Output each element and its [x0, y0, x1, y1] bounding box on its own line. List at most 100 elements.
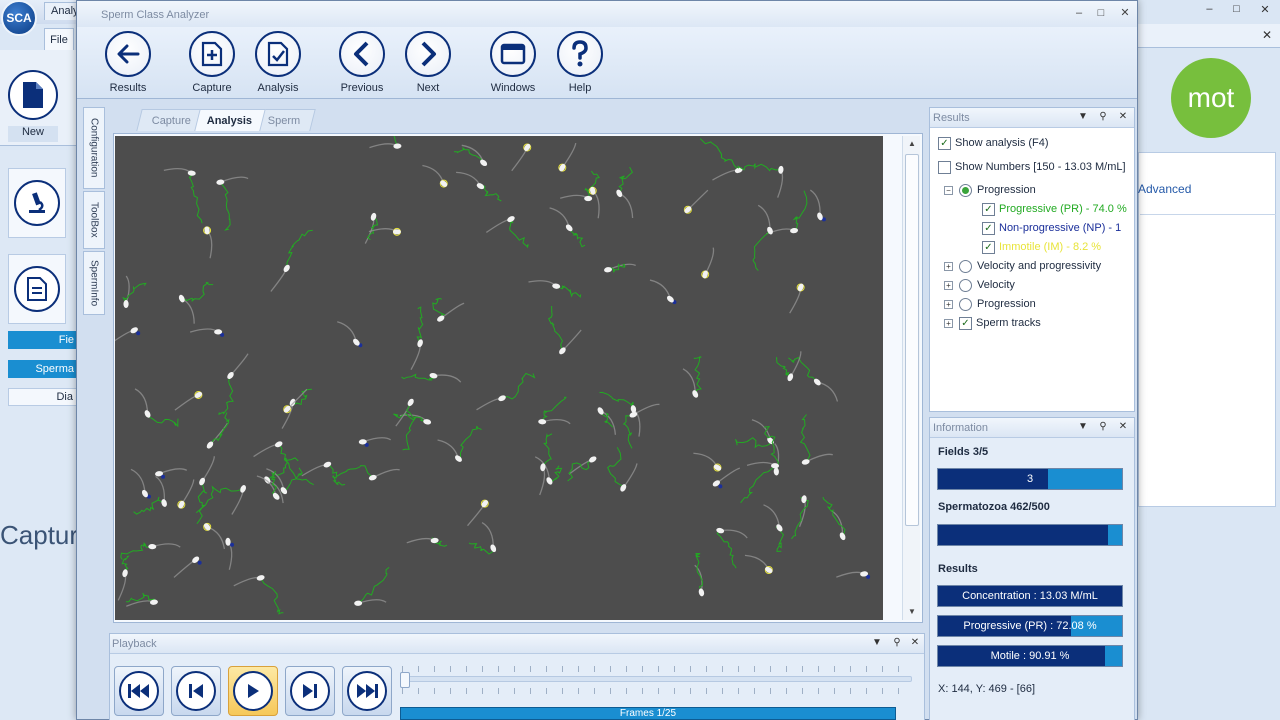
sperm-tail: [230, 353, 249, 376]
velocity-radio[interactable]: [959, 278, 972, 292]
expand-icon[interactable]: +: [944, 299, 953, 309]
tab-sperminfo[interactable]: SpermInfo: [83, 251, 105, 315]
progressive-bar: Progressive (PR) : 72.08 %: [937, 615, 1123, 637]
background-file-tab[interactable]: File: [44, 28, 74, 50]
maximize-button[interactable]: □: [1093, 6, 1109, 20]
sperm-tail: [155, 475, 166, 504]
previous-button[interactable]: Previous: [329, 31, 393, 97]
sperm-track: [735, 437, 772, 449]
show-numbers-checkbox[interactable]: [938, 160, 951, 174]
tree-progression-2[interactable]: + Progression: [944, 295, 1036, 313]
sperm-track: [599, 391, 634, 410]
sperm-track: [260, 577, 284, 615]
slider-rail[interactable]: [402, 676, 912, 682]
close-button[interactable]: ✕: [1117, 6, 1133, 20]
tree-immotile[interactable]: ✓ Immotile (IM) - 8.2 %: [982, 238, 1132, 256]
sperm-class-analyzer-window: Sperm Class Analyzer – □ ✕ Results Captu…: [76, 0, 1138, 720]
results-close-icon[interactable]: ✕: [1116, 111, 1130, 122]
scroll-down-arrow-icon[interactable]: ▼: [903, 604, 921, 620]
background-minimize-button[interactable]: –: [1206, 3, 1212, 19]
scroll-thumb[interactable]: [905, 154, 919, 526]
background-panel-close-button[interactable]: ✕: [1262, 28, 1272, 42]
progression-2-radio[interactable]: [959, 297, 972, 311]
tree-progressive[interactable]: ✓ Progressive (PR) - 74.0 %: [982, 200, 1132, 218]
information-close-icon[interactable]: ✕: [1116, 421, 1130, 432]
tab-analysis[interactable]: Analysis: [194, 109, 266, 131]
results-button[interactable]: Results: [95, 31, 159, 97]
expand-icon[interactable]: +: [944, 261, 953, 271]
immotile-checkbox[interactable]: ✓: [982, 240, 995, 254]
new-document-icon[interactable]: [8, 70, 58, 120]
show-analysis-option[interactable]: ✓ Show analysis (F4): [938, 134, 1049, 152]
background-window-controls: – □ ✕: [1196, 3, 1280, 19]
next-button[interactable]: Next: [395, 31, 459, 97]
skip-last-button[interactable]: [342, 666, 392, 716]
windows-button[interactable]: Windows: [480, 31, 544, 97]
help-button[interactable]: Help: [547, 31, 611, 97]
show-analysis-checkbox[interactable]: ✓: [938, 136, 951, 150]
step-forward-button[interactable]: [285, 666, 335, 716]
scroll-up-arrow-icon[interactable]: ▲: [903, 136, 921, 152]
sperm-tracks-checkbox[interactable]: ✓: [959, 316, 972, 330]
collapse-icon[interactable]: −: [944, 185, 953, 195]
new-button-label[interactable]: New: [8, 126, 58, 142]
sperm-tail: [704, 247, 715, 275]
background-close-button[interactable]: ✕: [1260, 3, 1269, 19]
minimize-button[interactable]: –: [1071, 6, 1087, 20]
analysis-button[interactable]: Analysis: [245, 31, 309, 97]
sperm-head: [417, 339, 423, 348]
tree-velocity[interactable]: + Velocity: [944, 276, 1015, 294]
tab-configuration[interactable]: Configuration: [83, 107, 105, 189]
sperm-track: [607, 447, 624, 489]
sperm-tail: [174, 394, 199, 411]
background-dia-button[interactable]: Dia: [8, 388, 78, 406]
playback-pin-icon[interactable]: ⚲: [890, 637, 904, 648]
vertical-scrollbar[interactable]: ▲ ▼: [902, 136, 920, 620]
show-numbers-option[interactable]: Show Numbers [150 - 13.03 M/mL]: [938, 158, 1126, 176]
sperm-tail: [456, 171, 482, 187]
sperm-tail: [592, 190, 600, 219]
tree-non-progressive[interactable]: ✓ Non-progressive (NP) - 1: [982, 219, 1132, 237]
microscope-button[interactable]: [8, 168, 66, 238]
sperm-tail: [481, 522, 494, 549]
velocity-progressivity-radio[interactable]: [959, 259, 972, 273]
capture-button[interactable]: Capture: [179, 31, 243, 97]
information-pin-icon[interactable]: ⚲: [1096, 421, 1110, 432]
tree-velocity-progressivity[interactable]: + Velocity and progressivity: [944, 257, 1101, 275]
progression-radio[interactable]: [959, 183, 972, 197]
motile-bar: Motile : 90.91 %: [937, 645, 1123, 667]
frame-slider[interactable]: [400, 662, 914, 698]
progressive-checkbox[interactable]: ✓: [982, 202, 995, 216]
fields-label: Fields 3/5: [938, 446, 989, 458]
skip-first-button[interactable]: [114, 666, 164, 716]
background-right-content: [1138, 152, 1276, 507]
non-progressive-checkbox[interactable]: ✓: [982, 221, 995, 235]
microscope-video[interactable]: [115, 136, 883, 620]
background-spermatozoa-button[interactable]: Sperma: [8, 360, 78, 378]
chevron-left-icon: [339, 31, 385, 77]
sperm-track: [286, 229, 313, 269]
concentration-text: Concentration : 13.03 M/mL: [962, 590, 1098, 602]
advanced-link[interactable]: Advanced: [1138, 182, 1191, 196]
slider-thumb[interactable]: [400, 672, 410, 688]
information-dropdown-icon[interactable]: ▼: [1076, 421, 1090, 432]
results-pin-icon[interactable]: ⚲: [1096, 111, 1110, 122]
sperm-tail: [201, 456, 215, 482]
background-fields-button[interactable]: Fie: [8, 331, 78, 349]
expand-icon[interactable]: +: [944, 318, 953, 328]
sperm-track: [267, 457, 299, 481]
sperm-head: [476, 183, 485, 190]
sperm-track: [501, 372, 536, 400]
expand-icon[interactable]: +: [944, 280, 953, 290]
playback-close-icon[interactable]: ✕: [908, 637, 922, 648]
play-button[interactable]: [228, 666, 278, 716]
results-dropdown-icon[interactable]: ▼: [1076, 111, 1090, 122]
background-maximize-button[interactable]: □: [1233, 3, 1240, 19]
tab-toolbox[interactable]: ToolBox: [83, 191, 105, 249]
report-button[interactable]: [8, 254, 66, 324]
tree-sperm-tracks[interactable]: + ✓ Sperm tracks: [944, 314, 1041, 332]
step-back-button[interactable]: [171, 666, 221, 716]
playback-dropdown-icon[interactable]: ▼: [870, 637, 884, 648]
tree-progression[interactable]: − Progression: [944, 181, 1036, 199]
sperm-tail: [422, 164, 445, 184]
